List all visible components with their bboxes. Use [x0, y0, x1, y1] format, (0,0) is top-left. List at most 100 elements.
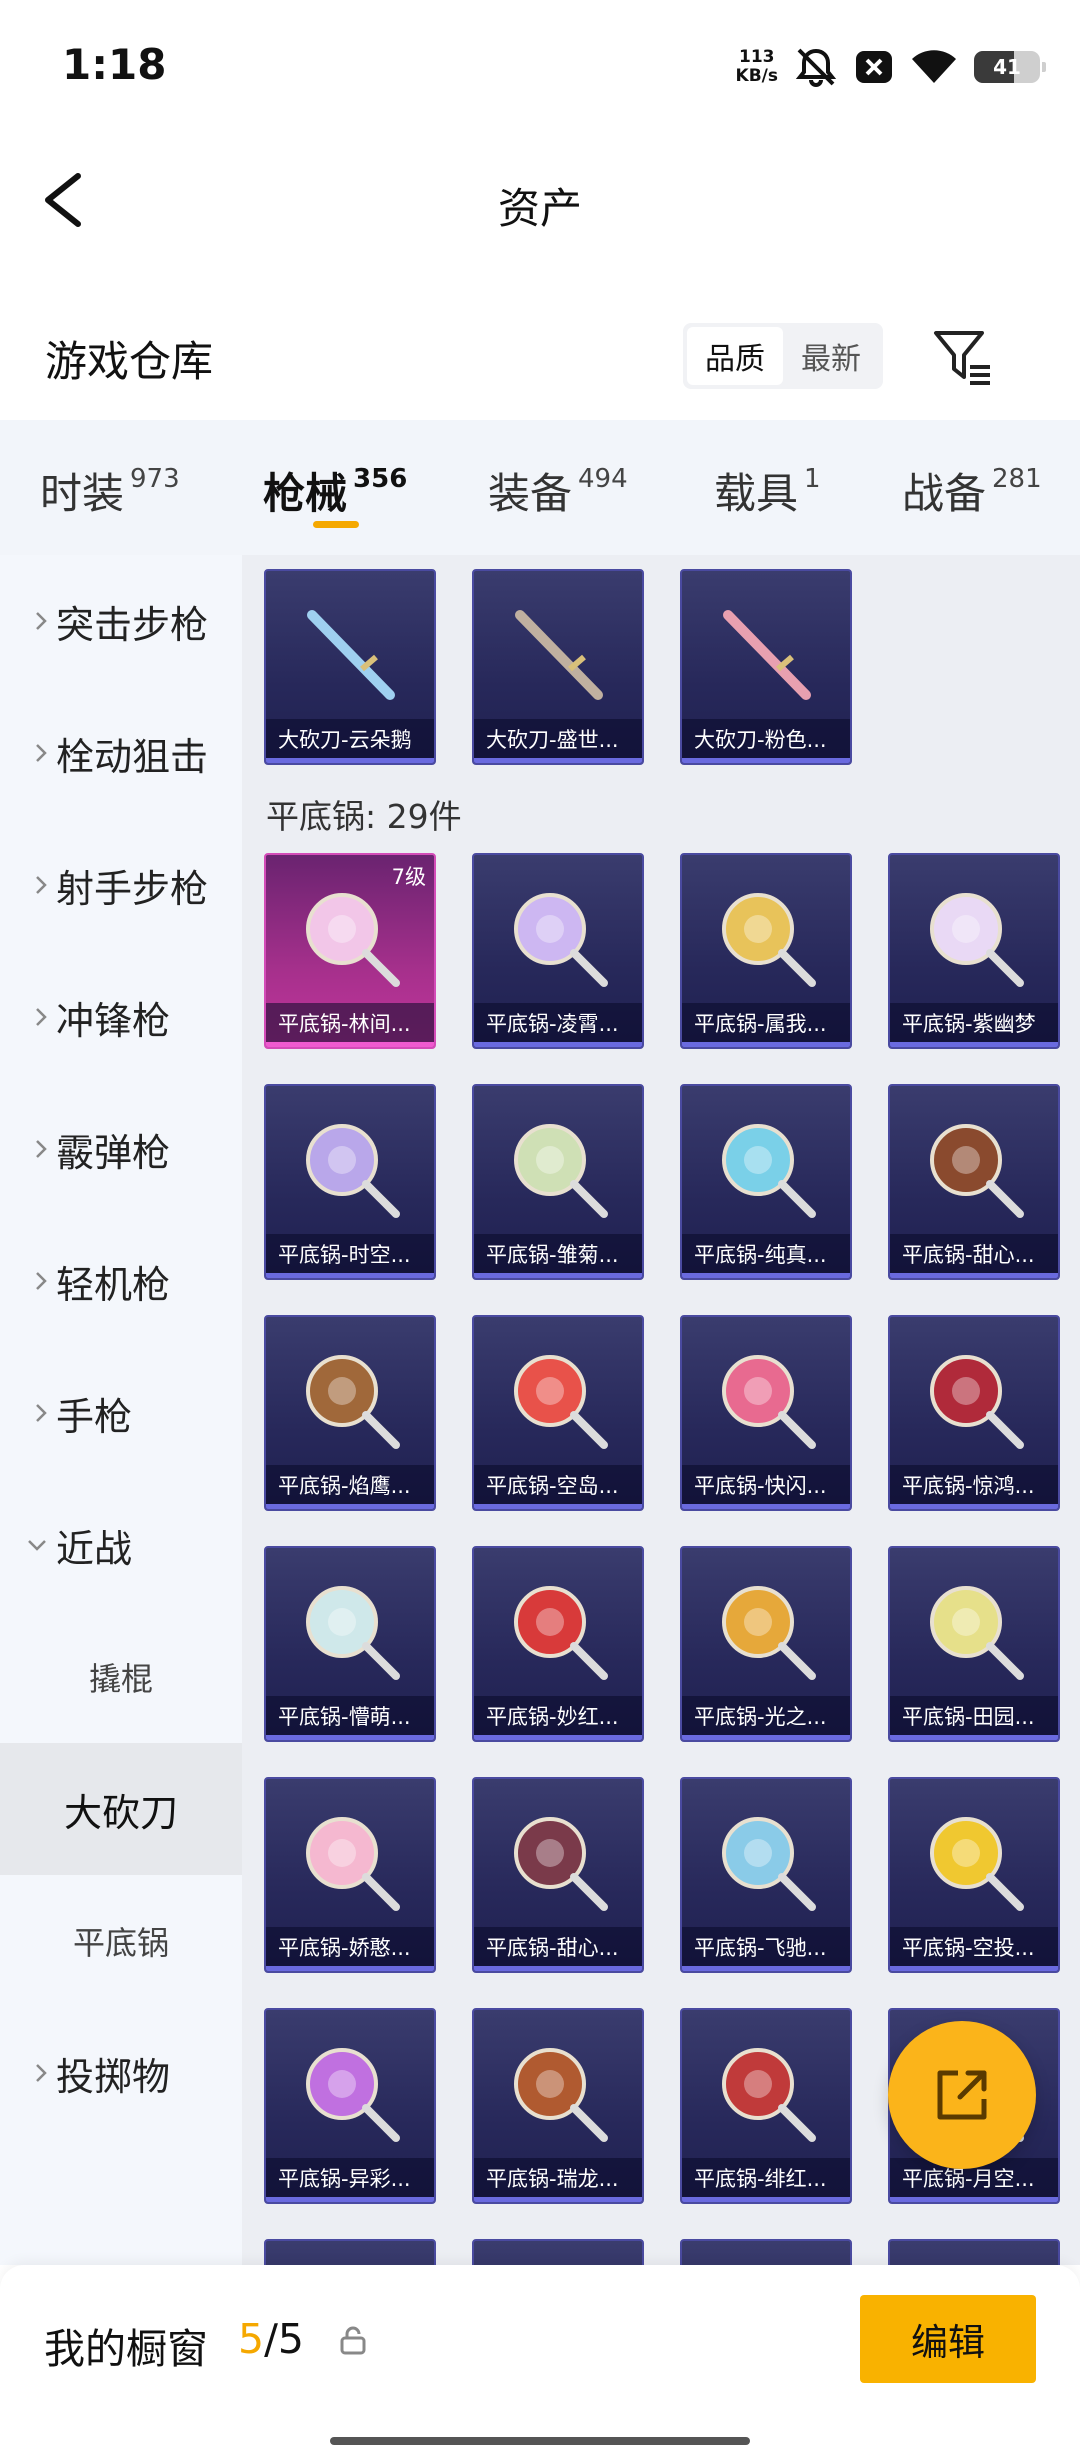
item-card[interactable]: 平底锅-空岛... [472, 1315, 644, 1511]
item-card[interactable]: 平底锅-甜心... [888, 1084, 1060, 1280]
item-card[interactable]: 7级 平底锅-林间... [264, 853, 436, 1049]
sidebar-item-throwables[interactable]: 投掷物 [0, 2007, 242, 2139]
sidebar-sub-crowbar[interactable]: 撬棍 [0, 1611, 242, 1743]
item-card[interactable]: 平底锅-惊鸿... [888, 1315, 1060, 1511]
rarity-stripe [266, 1504, 434, 1509]
item-card[interactable]: 平底锅-纯真... [680, 1084, 852, 1280]
item-card[interactable]: 平底锅-懵萌... [264, 1546, 436, 1742]
sidebar-item-lmg[interactable]: 轻机枪 [0, 1215, 242, 1347]
pan-icon [306, 1817, 400, 1911]
battery-level: 41 [993, 55, 1021, 79]
item-card[interactable] [472, 2239, 644, 2265]
pan-icon [930, 1355, 1024, 1449]
chevron-down-icon [28, 1540, 46, 1551]
status-icons: 113 KB/s 41 [736, 42, 1046, 92]
pan-icon [722, 1355, 816, 1449]
item-card[interactable]: 大砍刀-盛世... [472, 569, 644, 765]
sidebar-item-label: 射手步枪 [56, 866, 209, 911]
rarity-stripe [682, 1042, 850, 1047]
sidebar-sub-pan[interactable]: 平底锅 [0, 1875, 242, 2007]
item-card[interactable]: 大砍刀-云朵鹅 [264, 569, 436, 765]
rarity-stripe [890, 1735, 1058, 1740]
machete-icon [307, 610, 395, 700]
sidebar-item-shotgun[interactable]: 霰弹枪 [0, 1083, 242, 1215]
sidebar-item-marksman-rifle[interactable]: 射手步枪 [0, 819, 242, 951]
sidebar-item-melee[interactable]: 近战 [0, 1479, 242, 1611]
lock-icon[interactable] [338, 2325, 368, 2355]
item-card[interactable] [264, 2239, 436, 2265]
sidebar-item-smg[interactable]: 冲锋枪 [0, 951, 242, 1083]
showcase-total: /5 [264, 2315, 304, 2363]
item-card[interactable]: 平底锅-田园... [888, 1546, 1060, 1742]
item-card[interactable]: 平底锅-甜心... [472, 1777, 644, 1973]
pan-icon [514, 2048, 608, 2142]
sidebar-sub-machete[interactable]: 大砍刀 [0, 1743, 242, 1875]
pan-icon [930, 893, 1024, 987]
tab-count: 973 [130, 464, 180, 494]
rarity-stripe [266, 1042, 434, 1047]
item-card[interactable]: 平底锅-绯红... [680, 2008, 852, 2204]
pan-icon [306, 1586, 400, 1680]
item-card[interactable]: 平底锅-时空... [264, 1084, 436, 1280]
chevron-right-icon [36, 1272, 47, 1290]
item-card[interactable]: 平底锅-妙红... [472, 1546, 644, 1742]
sidebar-item-pistol[interactable]: 手枪 [0, 1347, 242, 1479]
item-card[interactable] [888, 2239, 1060, 2265]
item-card[interactable]: 平底锅-焰鹰... [264, 1315, 436, 1511]
tab-label: 装备 [488, 469, 573, 518]
rarity-stripe [474, 1735, 642, 1740]
tab-fashion[interactable]: 时装 973 [40, 460, 180, 521]
item-name: 平底锅-凌霄... [474, 1003, 642, 1047]
chevron-right-icon [36, 876, 47, 894]
tab-supplies[interactable]: 战备 281 [902, 460, 1042, 521]
item-card[interactable]: 大砍刀-粉色... [680, 569, 852, 765]
tab-equipment[interactable]: 装备 494 [488, 460, 628, 521]
item-name: 平底锅-快闪... [682, 1465, 850, 1509]
showcase-count: 5/5 [238, 2315, 304, 2363]
item-card[interactable]: 平底锅-雏菊... [472, 1084, 644, 1280]
sort-by-newest[interactable]: 最新 [783, 327, 879, 385]
item-name: 平底锅-田园... [890, 1696, 1058, 1740]
share-button[interactable] [888, 2021, 1036, 2169]
item-name: 平底锅-惊鸿... [890, 1465, 1058, 1509]
rarity-stripe [890, 1504, 1058, 1509]
item-card[interactable] [680, 2239, 852, 2265]
rarity-stripe [474, 758, 642, 763]
item-card[interactable]: 平底锅-紫幽梦 [888, 853, 1060, 1049]
pan-icon [722, 1124, 816, 1218]
item-card[interactable]: 平底锅-空投... [888, 1777, 1060, 1973]
item-card[interactable]: 平底锅-娇憨... [264, 1777, 436, 1973]
item-card[interactable]: 平底锅-飞驰... [680, 1777, 852, 1973]
active-tab-indicator [313, 521, 359, 528]
item-name: 平底锅-雏菊... [474, 1234, 642, 1278]
item-name: 平底锅-瑞龙... [474, 2158, 642, 2202]
item-name: 平底锅-异彩... [266, 2158, 434, 2202]
machete-icon [723, 610, 811, 700]
share-icon [937, 2070, 987, 2120]
item-name: 平底锅-娇憨... [266, 1927, 434, 1971]
sidebar-item-label: 近战 [56, 1526, 133, 1571]
item-card[interactable]: 平底锅-快闪... [680, 1315, 852, 1511]
pan-icon [930, 1817, 1024, 1911]
item-card[interactable]: 平底锅-光之... [680, 1546, 852, 1742]
sidebar-item-assault-rifle[interactable]: 突击步枪 [0, 555, 242, 687]
rarity-stripe [266, 1966, 434, 1971]
rarity-stripe [474, 1042, 642, 1047]
item-card[interactable]: 平底锅-属我... [680, 853, 852, 1049]
item-card[interactable]: 平底锅-瑞龙... [472, 2008, 644, 2204]
tab-vehicles[interactable]: 载具 1 [714, 460, 821, 521]
item-grid: 平底锅: 29件 大砍刀-云朵鹅 大砍刀-盛世... 大砍刀-粉色... 7级 平底锅-… [242, 555, 1080, 2265]
tab-firearms[interactable]: 枪械 356 [263, 460, 407, 521]
sidebar-item-label: 突击步枪 [56, 602, 209, 647]
edit-button[interactable]: 编辑 [860, 2295, 1036, 2383]
item-card[interactable]: 平底锅-异彩... [264, 2008, 436, 2204]
sidebar-item-bolt-sniper[interactable]: 栓动狙击 [0, 687, 242, 819]
item-card[interactable]: 平底锅-凌霄... [472, 853, 644, 1049]
pan-icon [722, 893, 816, 987]
item-name: 大砍刀-粉色... [682, 719, 850, 763]
item-name: 平底锅-属我... [682, 1003, 850, 1047]
sort-by-quality[interactable]: 品质 [687, 327, 783, 385]
pan-icon [722, 1586, 816, 1680]
rarity-stripe [682, 1966, 850, 1971]
filter-icon[interactable] [930, 325, 994, 389]
